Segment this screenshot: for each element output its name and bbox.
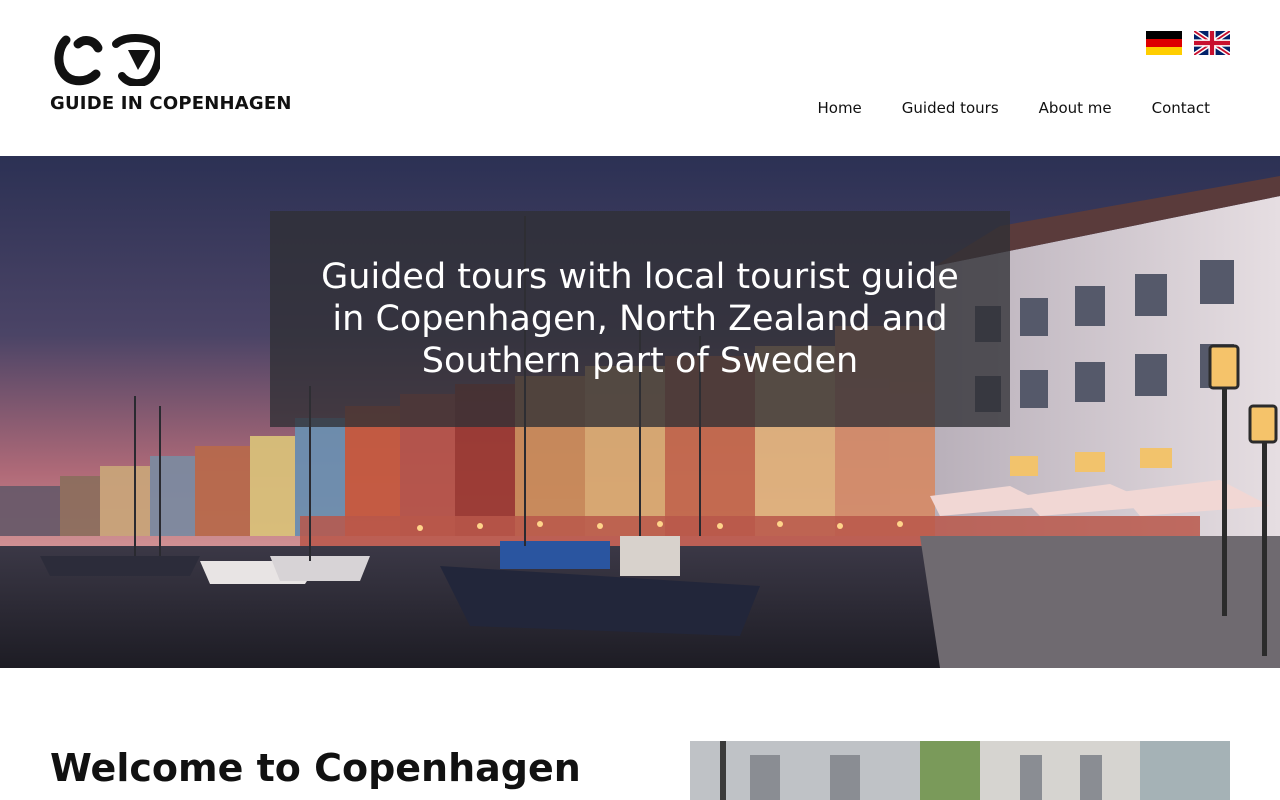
logo-mark-icon <box>54 34 160 86</box>
site-logo[interactable]: GUIDE IN COPENHAGEN <box>50 34 292 118</box>
nav-about-me[interactable]: About me <box>1019 98 1132 118</box>
hero-title: Guided tours with local tourist guide in… <box>321 257 959 381</box>
hero-banner: Guided tours with local tourist guide in… <box>0 156 1280 668</box>
nav-home[interactable]: Home <box>797 98 881 118</box>
language-switcher <box>1146 31 1230 55</box>
nav-guided-tours[interactable]: Guided tours <box>882 98 1019 118</box>
german-flag-icon[interactable] <box>1146 31 1182 55</box>
palace-photo <box>690 741 1230 800</box>
logo-text: GUIDE IN COPENHAGEN <box>50 93 292 114</box>
hero-overlay: Guided tours with local tourist guide in… <box>270 211 1010 427</box>
main-nav: Home Guided tours About me Contact <box>797 98 1230 118</box>
uk-flag-icon[interactable] <box>1194 31 1230 55</box>
welcome-heading: Welcome to Copenhagen <box>50 746 581 790</box>
site-header: GUIDE IN COPENHAGEN Home Guided tours Ab… <box>0 0 1280 156</box>
welcome-photo <box>690 741 1230 800</box>
nav-contact[interactable]: Contact <box>1132 98 1230 118</box>
